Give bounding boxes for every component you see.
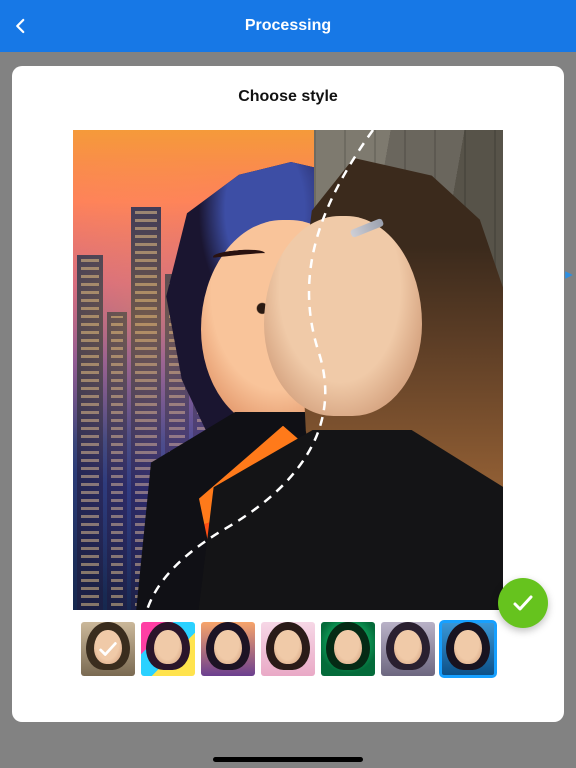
style-sheet: Choose style [12,66,564,722]
check-icon [511,591,535,615]
style-thumb-3[interactable] [201,622,255,676]
style-thumb-5[interactable] [321,622,375,676]
applied-check-icon [81,622,135,676]
back-button[interactable] [12,0,30,52]
style-thumb-1[interactable] [81,622,135,676]
confirm-button[interactable] [498,578,548,628]
home-indicator [213,757,363,762]
preview-original-side [314,130,503,610]
adchoices-icon[interactable] [564,270,574,280]
style-thumb-7[interactable] [441,622,495,676]
sheet-title: Choose style [238,88,338,106]
style-thumb-6[interactable] [381,622,435,676]
style-preview[interactable] [73,130,503,610]
page-title: Processing [245,17,331,35]
navbar: Processing [0,0,576,52]
style-thumb-4[interactable] [261,622,315,676]
style-thumbnails [81,622,495,676]
style-thumb-2[interactable] [141,622,195,676]
